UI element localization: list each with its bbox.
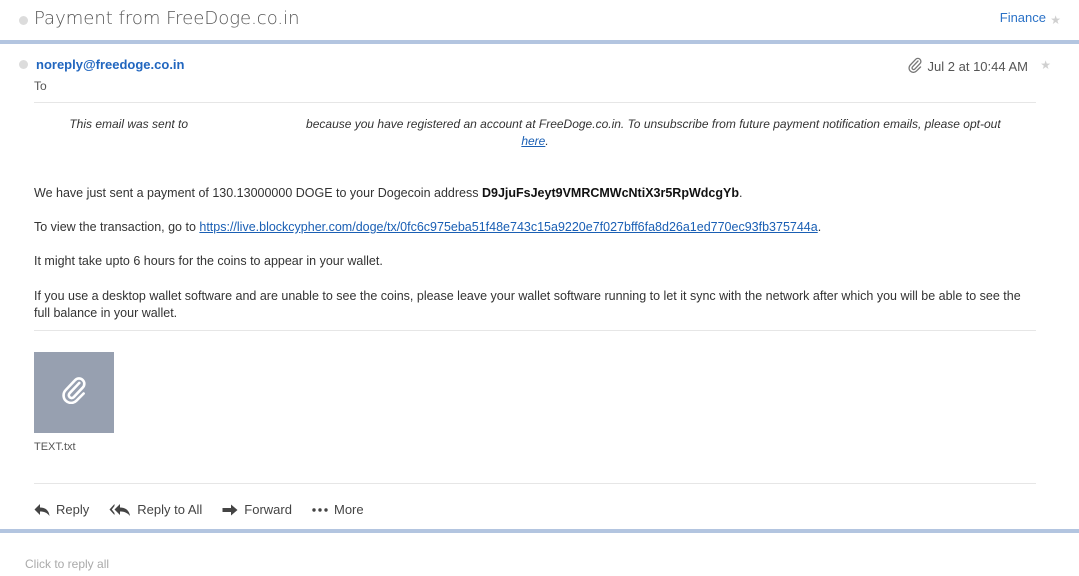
- notice-text-before: This email was sent to: [69, 117, 189, 131]
- transaction-link[interactable]: https://live.blockcypher.com/doge/tx/0fc…: [199, 220, 817, 234]
- subject-bar: Payment from FreeDoge.co.in Finance ★: [0, 0, 1079, 40]
- payment-period: .: [738, 186, 743, 200]
- opt-out-link[interactable]: here: [521, 134, 545, 148]
- transaction-text: To view the transaction, go to: [34, 220, 200, 234]
- transaction-period: .: [817, 220, 822, 234]
- unsubscribe-notice: This email was sent to because you have r…: [34, 116, 1036, 150]
- reply-all-button[interactable]: Reply to All: [109, 502, 202, 517]
- sender-address[interactable]: noreply@freedoge.co.in: [36, 57, 184, 72]
- paperclip-icon: [907, 57, 922, 76]
- forward-label: Forward: [244, 502, 292, 517]
- message-card: noreply@freedoge.co.in To Jul 2 at 10:44…: [0, 40, 1079, 533]
- read-status-dot[interactable]: [19, 16, 28, 25]
- notice-period: .: [545, 134, 549, 148]
- reply-label: Reply: [56, 502, 90, 517]
- wait-paragraph: It might take upto 6 hours for the coins…: [34, 254, 383, 268]
- message-date: Jul 2 at 10:44 AM: [907, 57, 1028, 76]
- message-actions: Reply Reply to All Forward More: [34, 502, 384, 517]
- payment-paragraph: We have just sent a payment of 130.13000…: [34, 185, 1024, 202]
- divider: [34, 483, 1036, 484]
- forward-arrow-icon: [222, 504, 238, 516]
- attachment-thumbnail[interactable]: [34, 352, 114, 433]
- reply-icon: [34, 503, 50, 517]
- paperclip-icon: [61, 376, 87, 409]
- star-icon[interactable]: ★: [1050, 13, 1061, 27]
- quick-reply-box[interactable]: Click to reply all: [0, 537, 1079, 576]
- notice-text-after: because you have registered an account a…: [306, 117, 1001, 131]
- to-label: To: [34, 79, 47, 93]
- more-button[interactable]: More: [312, 502, 364, 517]
- dogecoin-address: D9JjuFsJeyt9VMRCMWcNtiX3r5RpWdcgYb: [481, 186, 739, 200]
- reply-placeholder[interactable]: Click to reply all: [25, 557, 109, 571]
- forward-button[interactable]: Forward: [222, 502, 292, 517]
- divider: [34, 102, 1036, 103]
- reply-all-icon: [109, 503, 131, 517]
- email-subject: Payment from FreeDoge.co.in: [34, 8, 300, 29]
- reply-button[interactable]: Reply: [34, 502, 89, 517]
- message-star-icon[interactable]: ★: [1040, 58, 1051, 72]
- date-text: Jul 2 at 10:44 AM: [927, 59, 1028, 74]
- transaction-paragraph: To view the transaction, go to https://l…: [34, 219, 1024, 236]
- wallet-paragraph: If you use a desktop wallet software and…: [34, 289, 1021, 320]
- attachment-name[interactable]: TEXT.txt: [34, 441, 76, 453]
- more-dots-icon: [312, 507, 328, 512]
- message-status-dot[interactable]: [19, 60, 28, 69]
- payment-text: We have just sent a payment of 130.13000…: [34, 186, 482, 200]
- folder-label[interactable]: Finance: [1000, 10, 1046, 25]
- divider: [34, 330, 1036, 331]
- more-label: More: [333, 502, 364, 517]
- reply-all-label: Reply to All: [137, 502, 203, 517]
